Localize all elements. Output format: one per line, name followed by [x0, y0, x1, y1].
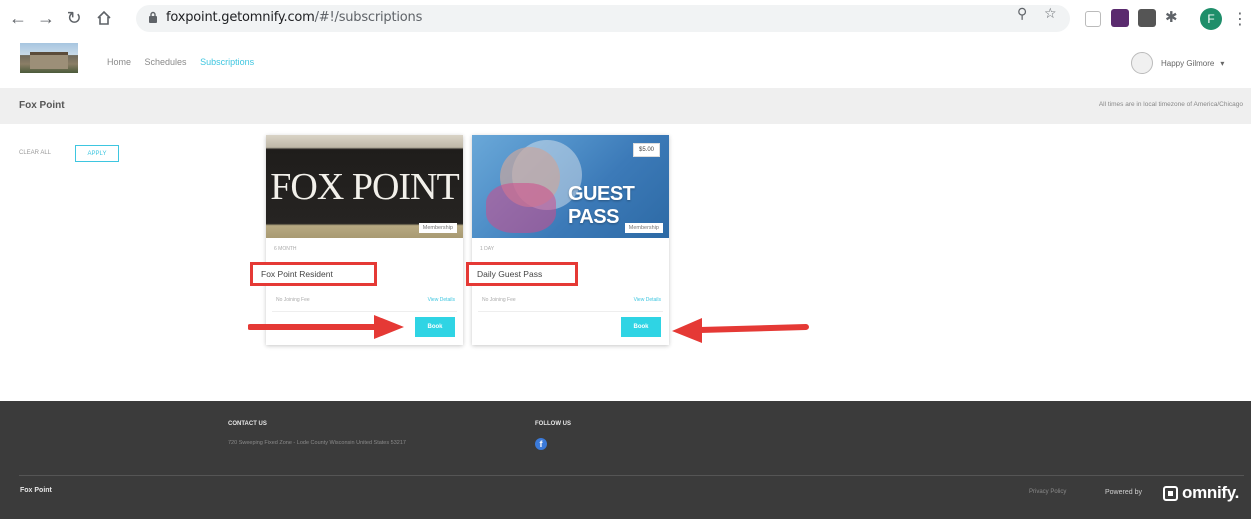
forward-icon[interactable]: →	[34, 6, 58, 30]
privacy-policy-link[interactable]: Privacy Policy	[1029, 489, 1066, 495]
card-name-highlight: Fox Point Resident	[250, 262, 377, 286]
card-image: FOX POINT Membership	[266, 135, 463, 238]
home-icon[interactable]	[92, 6, 116, 30]
joining-fee: No Joining Fee	[482, 297, 516, 303]
main-nav: Home Schedules Subscriptions	[107, 57, 265, 67]
powered-by-label: Powered by	[1105, 489, 1142, 496]
url-text: foxpoint.getomnify.com/#!/subscriptions	[166, 10, 423, 25]
timezone-note: All times are in local timezone of Ameri…	[1098, 101, 1243, 108]
card-image-text: FOX POINT	[270, 166, 459, 208]
back-icon[interactable]: ←	[6, 6, 30, 30]
book-button[interactable]: Book	[415, 317, 455, 337]
address-bar[interactable]: foxpoint.getomnify.com/#!/subscriptions	[136, 5, 1070, 32]
arrow-annotation	[248, 315, 404, 339]
apply-button[interactable]: APPLY	[75, 145, 119, 162]
extension-icon[interactable]	[1138, 9, 1156, 27]
omnify-logo[interactable]: omnify.	[1163, 483, 1239, 503]
site-footer: CONTACT US 720 Sweeping Fixed Zone - Lod…	[0, 401, 1251, 519]
nav-subscriptions[interactable]: Subscriptions	[200, 57, 254, 67]
page-title: Fox Point	[19, 100, 65, 111]
footer-brand: Fox Point	[20, 487, 52, 494]
nav-schedules[interactable]: Schedules	[145, 57, 187, 67]
puzzle-icon[interactable]: ✱	[1165, 8, 1178, 26]
extension-icon[interactable]	[1085, 11, 1101, 27]
avatar	[1131, 52, 1153, 74]
zoom-icon[interactable]: ⚲	[1017, 5, 1027, 22]
star-icon[interactable]: ☆	[1044, 5, 1057, 22]
site-header: Home Schedules Subscriptions Happy Gilmo…	[0, 38, 1251, 88]
card-name-highlight: Daily Guest Pass	[466, 262, 578, 286]
card-image: GUEST PASS $5.00 Membership	[472, 135, 669, 238]
membership-badge: Membership	[418, 223, 457, 233]
profile-avatar[interactable]: F	[1200, 8, 1222, 30]
kebab-menu-icon[interactable]: ⋮	[1232, 9, 1248, 29]
arrow-annotation	[672, 318, 809, 343]
chevron-down-icon: ▾	[1220, 58, 1225, 68]
card-name: Daily Guest Pass	[477, 269, 543, 279]
user-name: Happy Gilmore	[1161, 58, 1215, 68]
user-menu[interactable]: Happy Gilmore ▾	[1131, 52, 1224, 74]
book-button[interactable]: Book	[621, 317, 661, 337]
clear-all-link[interactable]: CLEAR ALL	[19, 150, 51, 156]
joining-fee: No Joining Fee	[276, 297, 310, 303]
card-duration: 1 DAY	[480, 246, 495, 252]
price-badge: $5.00	[632, 143, 660, 157]
view-details-link[interactable]: View Details	[634, 297, 661, 303]
contact-heading: CONTACT US	[228, 421, 267, 427]
contact-address: 720 Sweeping Fixed Zone - Lode County Wi…	[228, 440, 406, 446]
footer-divider	[19, 475, 1244, 476]
omnify-logo-icon	[1163, 485, 1178, 501]
card-duration: 6 MONTH	[274, 246, 297, 252]
divider	[478, 311, 663, 312]
nav-home[interactable]: Home	[107, 57, 131, 67]
card-name: Fox Point Resident	[261, 269, 333, 279]
site-logo[interactable]	[20, 43, 78, 73]
page-header: Fox Point All times are in local timezon…	[0, 88, 1251, 124]
browser-toolbar: ← → ↻ foxpoint.getomnify.com/#!/subscrip…	[0, 0, 1251, 39]
subscription-card: GUEST PASS $5.00 Membership 1 DAY Daily …	[466, 135, 669, 345]
view-details-link[interactable]: View Details	[428, 297, 455, 303]
reload-icon[interactable]: ↻	[62, 6, 86, 30]
extension-icon[interactable]	[1111, 9, 1129, 27]
lock-icon	[148, 11, 158, 29]
facebook-icon[interactable]: f	[535, 438, 547, 450]
membership-badge: Membership	[624, 223, 663, 233]
omnify-brand-text: omnify.	[1182, 483, 1240, 502]
follow-heading: FOLLOW US	[535, 421, 571, 427]
